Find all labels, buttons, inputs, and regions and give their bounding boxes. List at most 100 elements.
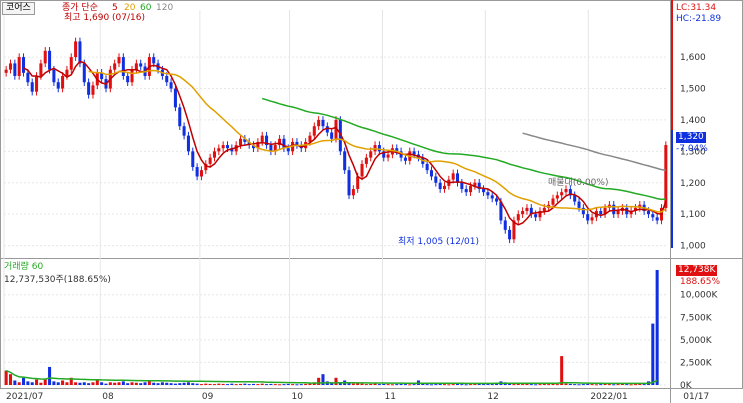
volume-bar xyxy=(390,384,394,386)
volume-bar xyxy=(525,383,529,385)
candle-body xyxy=(482,189,486,193)
date-axis-tick: 09 xyxy=(202,392,214,402)
candle-body xyxy=(516,214,520,221)
candle-body xyxy=(52,69,56,83)
volume-bar xyxy=(182,382,186,385)
candle-body xyxy=(312,126,316,136)
volume-bar xyxy=(212,384,217,386)
candle-body xyxy=(61,75,65,89)
candle-body xyxy=(599,211,603,215)
candle-body xyxy=(377,145,381,152)
volume-bar xyxy=(607,384,611,386)
candle-body xyxy=(8,63,13,70)
candle-body xyxy=(65,69,69,76)
candle-body xyxy=(165,75,169,83)
volume-bar xyxy=(625,384,629,386)
volume-bar xyxy=(581,384,585,386)
volume-bar xyxy=(629,384,633,386)
candle-body xyxy=(521,211,525,215)
volume-bar xyxy=(87,383,91,385)
candle-body xyxy=(451,173,455,180)
volume-bar xyxy=(65,382,69,385)
moving-average-5 xyxy=(23,60,667,226)
volume-bar xyxy=(438,383,442,385)
candle-body xyxy=(442,185,447,190)
volume-bar xyxy=(469,384,473,386)
candle-body xyxy=(590,217,594,221)
volume-axis-tick: 0K xyxy=(680,381,693,391)
volume-axis-tick: 7,500K xyxy=(680,313,713,323)
volume-bar xyxy=(186,382,190,385)
volume-label: 거래량 60 xyxy=(4,262,44,272)
candle-body xyxy=(39,63,43,76)
candle-body xyxy=(616,211,620,215)
volume-bar xyxy=(217,383,221,385)
ma120-label: 120 xyxy=(156,3,174,13)
volume-bar xyxy=(425,384,429,386)
candle-body xyxy=(121,57,125,76)
volume-axis-tick: 10,000K xyxy=(680,291,718,301)
volume-bar xyxy=(317,377,321,385)
volume-bar xyxy=(208,383,212,385)
candle-body xyxy=(74,41,78,58)
volume-bar xyxy=(134,382,138,385)
candle-body xyxy=(508,229,512,240)
volume-bar xyxy=(100,382,104,385)
volume-bar xyxy=(247,384,251,386)
volume-bar xyxy=(373,383,377,385)
volume-bar xyxy=(555,384,559,386)
candle-body xyxy=(56,82,60,89)
candle-body xyxy=(351,189,355,196)
candle-body xyxy=(464,189,468,193)
candle-body xyxy=(343,151,347,171)
volume-bar xyxy=(260,383,264,385)
volume-bar xyxy=(173,383,177,385)
volume-bar xyxy=(195,383,199,385)
candle-body xyxy=(169,82,173,89)
volume-bar xyxy=(616,384,620,386)
volume-bar xyxy=(56,382,60,385)
chart-tab[interactable]: 코어스 xyxy=(2,2,35,15)
candle-body xyxy=(360,163,364,177)
candle-body xyxy=(469,185,473,193)
volume-bar xyxy=(74,382,78,385)
date-axis-tick: 01/17 xyxy=(683,392,709,402)
volume-bar xyxy=(560,356,564,385)
volume-bar xyxy=(278,384,282,386)
volume-bar xyxy=(451,384,455,386)
hc-range-bar xyxy=(671,130,673,248)
candle-body xyxy=(486,192,490,196)
volume-bar xyxy=(482,384,486,386)
volume-bar xyxy=(108,382,112,385)
candle-body xyxy=(178,107,182,127)
volume-bar xyxy=(590,384,594,386)
volume-bar xyxy=(165,382,169,385)
candle-body xyxy=(555,195,559,199)
volume-bar xyxy=(30,382,34,385)
candle-body xyxy=(22,57,26,73)
volume-bar xyxy=(265,384,269,386)
candle-body xyxy=(434,176,438,183)
price-badge: 1,320 xyxy=(676,132,706,143)
volume-bar xyxy=(82,382,86,385)
volume-bar xyxy=(351,383,355,385)
volume-bar xyxy=(295,384,299,386)
date-axis-tick: 12 xyxy=(487,392,498,402)
volume-bar xyxy=(551,383,555,385)
volume-bar xyxy=(369,383,373,385)
candle-body xyxy=(152,57,156,64)
candle-body xyxy=(82,63,86,83)
candle-body xyxy=(191,151,195,168)
volume-bar xyxy=(377,384,381,386)
volume-bar xyxy=(234,384,238,386)
volume-bar xyxy=(8,374,13,385)
volume-bar xyxy=(178,383,182,385)
volume-bar xyxy=(599,384,603,386)
candle-body xyxy=(403,157,407,161)
volume-bar xyxy=(139,383,143,385)
volume-profile-annotation: 매물대(0.00%) xyxy=(548,178,609,188)
volume-axis-tick: 2,500K xyxy=(680,358,713,368)
candle-body xyxy=(347,170,351,196)
candle-body xyxy=(225,145,230,149)
volume-bar xyxy=(199,384,203,386)
